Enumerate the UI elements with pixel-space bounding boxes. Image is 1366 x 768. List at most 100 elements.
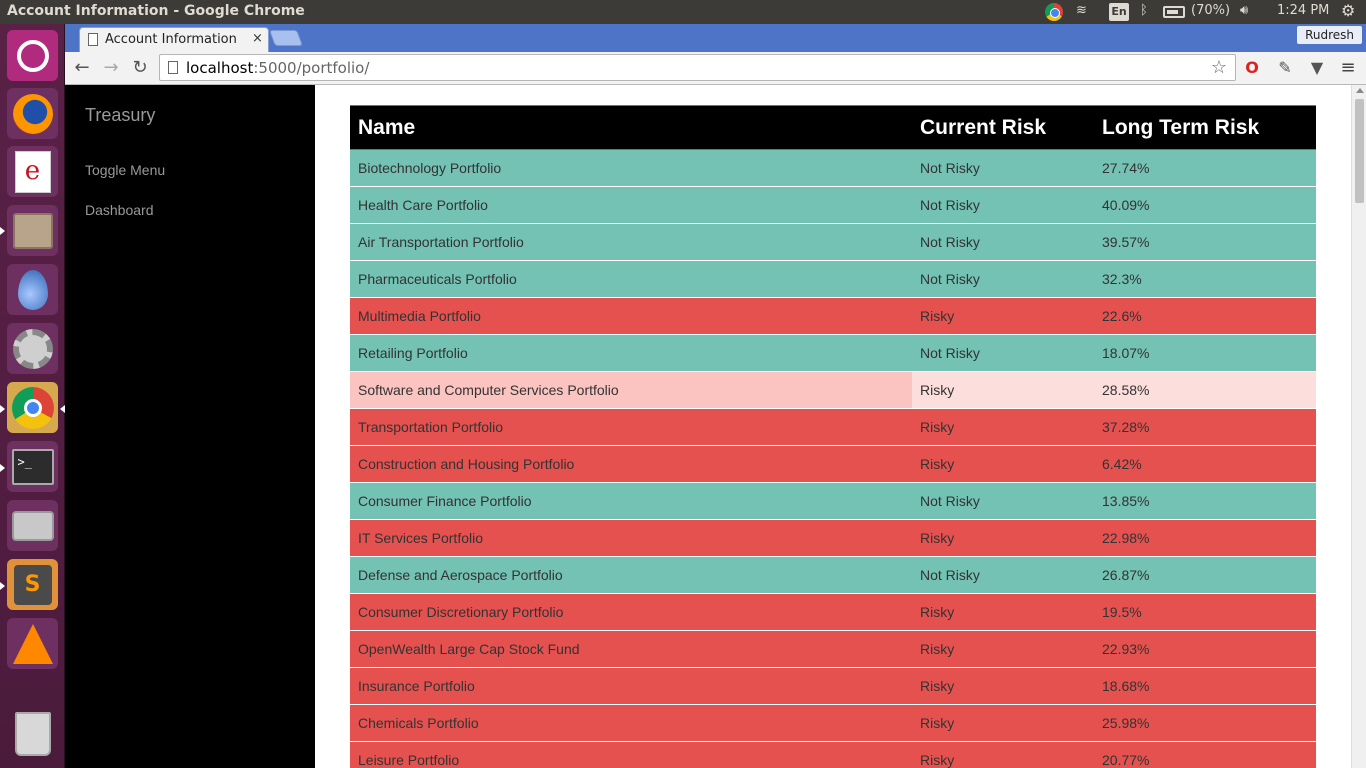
column-header-current-risk: Current Risk: [912, 105, 1094, 150]
wifi-icon[interactable]: ≋: [1076, 3, 1087, 18]
cell-long-term-risk: 18.07%: [1094, 334, 1316, 372]
os-top-panel: Account Information - Google Chrome ≋ En…: [0, 0, 1366, 24]
keyboard-layout-indicator[interactable]: En: [1109, 3, 1129, 21]
dashboard-link[interactable]: Dashboard: [85, 202, 154, 218]
cell-current-risk: Risky: [912, 297, 1094, 335]
sublime-text-icon[interactable]: S: [7, 559, 58, 610]
profile-button[interactable]: Rudresh: [1297, 26, 1362, 44]
back-arrow-icon[interactable]: ←: [71, 57, 93, 79]
cell-long-term-risk: 32.3%: [1094, 260, 1316, 298]
shield-extension-icon[interactable]: ▼: [1307, 58, 1327, 78]
cell-name: Air Transportation Portfolio: [350, 223, 912, 261]
cell-name: Multimedia Portfolio: [350, 297, 912, 335]
cell-current-risk: Risky: [912, 408, 1094, 446]
cell-long-term-risk: 25.98%: [1094, 704, 1316, 742]
scrollbar-thumb[interactable]: [1355, 99, 1364, 203]
page-content: Treasury Toggle Menu Dashboard Name Curr…: [65, 85, 1366, 768]
firefox-icon[interactable]: [7, 88, 58, 139]
table-row[interactable]: Construction and Housing Portfolio Risky 6…: [350, 445, 1316, 483]
table-row[interactable]: IT Services Portfolio Risky 22.98%: [350, 519, 1316, 557]
terminal-icon[interactable]: >_: [7, 441, 58, 492]
address-bar[interactable]: localhost:5000/portfolio/ ☆: [159, 54, 1236, 81]
table-row[interactable]: Defense and Aerospace Portfolio Not Risky…: [350, 556, 1316, 594]
table-row[interactable]: Biotechnology Portfolio Not Risky 27.74%: [350, 149, 1316, 187]
gear-icon[interactable]: ⚙: [1341, 1, 1355, 20]
cell-long-term-risk: 37.28%: [1094, 408, 1316, 446]
toggle-menu-link[interactable]: Toggle Menu: [85, 162, 165, 178]
portfolio-table-container: Name Current Risk Long Term Risk Biotech…: [350, 105, 1316, 768]
table-row[interactable]: Health Care Portfolio Not Risky 40.09%: [350, 186, 1316, 224]
browser-tab[interactable]: Account Information ×: [79, 27, 269, 52]
browser-toolbar: ← → ↻ localhost:5000/portfolio/ ☆ O ✎ ▼ …: [65, 52, 1366, 85]
close-tab-icon[interactable]: ×: [252, 31, 263, 46]
url-text[interactable]: localhost:5000/portfolio/: [186, 59, 369, 77]
cell-current-risk: Risky: [912, 445, 1094, 483]
table-row[interactable]: OpenWealth Large Cap Stock Fund Risky 22.9…: [350, 630, 1316, 668]
tab-title[interactable]: Account Information: [105, 32, 245, 47]
cell-long-term-risk: 28.58%: [1094, 371, 1316, 409]
cell-name: Health Care Portfolio: [350, 186, 912, 224]
reload-icon[interactable]: ↻: [129, 57, 151, 79]
cell-current-risk: Risky: [912, 741, 1094, 768]
disk-drive-icon[interactable]: [7, 500, 58, 551]
table-row[interactable]: Leisure Portfolio Risky 20.77%: [350, 741, 1316, 768]
cell-current-risk: Not Risky: [912, 556, 1094, 594]
unity-launcher: e >_ S: [0, 24, 65, 768]
cell-long-term-risk: 39.57%: [1094, 223, 1316, 261]
page-scrollbar[interactable]: [1351, 85, 1366, 768]
table-row[interactable]: Pharmaceuticals Portfolio Not Risky 32.3%: [350, 260, 1316, 298]
chrome-indicator-icon[interactable]: [1045, 3, 1063, 21]
cell-long-term-risk: 19.5%: [1094, 593, 1316, 631]
system-settings-icon[interactable]: [7, 323, 58, 374]
battery-percent[interactable]: (70%): [1191, 3, 1230, 18]
cell-name: IT Services Portfolio: [350, 519, 912, 557]
water-drop-app-icon[interactable]: [7, 264, 58, 315]
opera-extension-icon[interactable]: O: [1242, 58, 1262, 78]
running-indicator-icon: [0, 464, 5, 472]
cell-current-risk: Risky: [912, 667, 1094, 705]
scroll-up-arrow-icon[interactable]: [1356, 88, 1364, 93]
cell-long-term-risk: 13.85%: [1094, 482, 1316, 520]
forward-arrow-icon[interactable]: →: [100, 57, 122, 79]
cell-current-risk: Risky: [912, 630, 1094, 668]
cell-current-risk: Not Risky: [912, 260, 1094, 298]
cell-current-risk: Not Risky: [912, 334, 1094, 372]
document-viewer-icon[interactable]: e: [7, 146, 58, 197]
cell-name: Software and Computer Services Portfolio: [350, 371, 912, 409]
table-body: Biotechnology Portfolio Not Risky 27.74% He…: [350, 149, 1316, 768]
cell-long-term-risk: 27.74%: [1094, 149, 1316, 187]
table-row[interactable]: Chemicals Portfolio Risky 25.98%: [350, 704, 1316, 742]
table-row[interactable]: Consumer Finance Portfolio Not Risky 13.85…: [350, 482, 1316, 520]
chrome-icon[interactable]: [7, 382, 58, 433]
menu-icon[interactable]: ≡: [1338, 58, 1358, 78]
table-row[interactable]: Transportation Portfolio Risky 37.28%: [350, 408, 1316, 446]
running-indicator-icon: [0, 405, 5, 413]
table-row[interactable]: Air Transportation Portfolio Not Risky 39.…: [350, 223, 1316, 261]
portfolio-table: Name Current Risk Long Term Risk Biotech…: [350, 105, 1316, 768]
vlc-icon[interactable]: [7, 618, 58, 669]
cell-name: Construction and Housing Portfolio: [350, 445, 912, 483]
table-row[interactable]: Software and Computer Services Portfolio…: [350, 371, 1316, 409]
battery-icon[interactable]: [1163, 6, 1185, 18]
bookmark-star-icon[interactable]: ☆: [1211, 57, 1227, 78]
cell-name: Leisure Portfolio: [350, 741, 912, 768]
table-row[interactable]: Retailing Portfolio Not Risky 18.07%: [350, 334, 1316, 372]
cell-name: Consumer Finance Portfolio: [350, 482, 912, 520]
cell-name: Chemicals Portfolio: [350, 704, 912, 742]
page-icon: [168, 61, 178, 74]
bluetooth-icon[interactable]: ᛒ: [1140, 3, 1148, 18]
volume-icon[interactable]: 🔊︎: [1240, 3, 1248, 18]
table-row[interactable]: Consumer Discretionary Portfolio Risky 19.…: [350, 593, 1316, 631]
new-tab-button[interactable]: [269, 30, 303, 46]
table-row[interactable]: Insurance Portfolio Risky 18.68%: [350, 667, 1316, 705]
clock[interactable]: 1:24 PM: [1277, 3, 1329, 18]
eyedropper-extension-icon[interactable]: ✎: [1275, 58, 1295, 78]
ubuntu-dash-icon[interactable]: [7, 30, 58, 81]
table-header-row: Name Current Risk Long Term Risk: [350, 105, 1316, 150]
brand-title[interactable]: Treasury: [85, 105, 155, 126]
sidebar: Treasury Toggle Menu Dashboard: [65, 85, 315, 768]
cell-long-term-risk: 18.68%: [1094, 667, 1316, 705]
files-icon[interactable]: [7, 205, 58, 256]
table-row[interactable]: Multimedia Portfolio Risky 22.6%: [350, 297, 1316, 335]
trash-icon[interactable]: [7, 708, 58, 759]
